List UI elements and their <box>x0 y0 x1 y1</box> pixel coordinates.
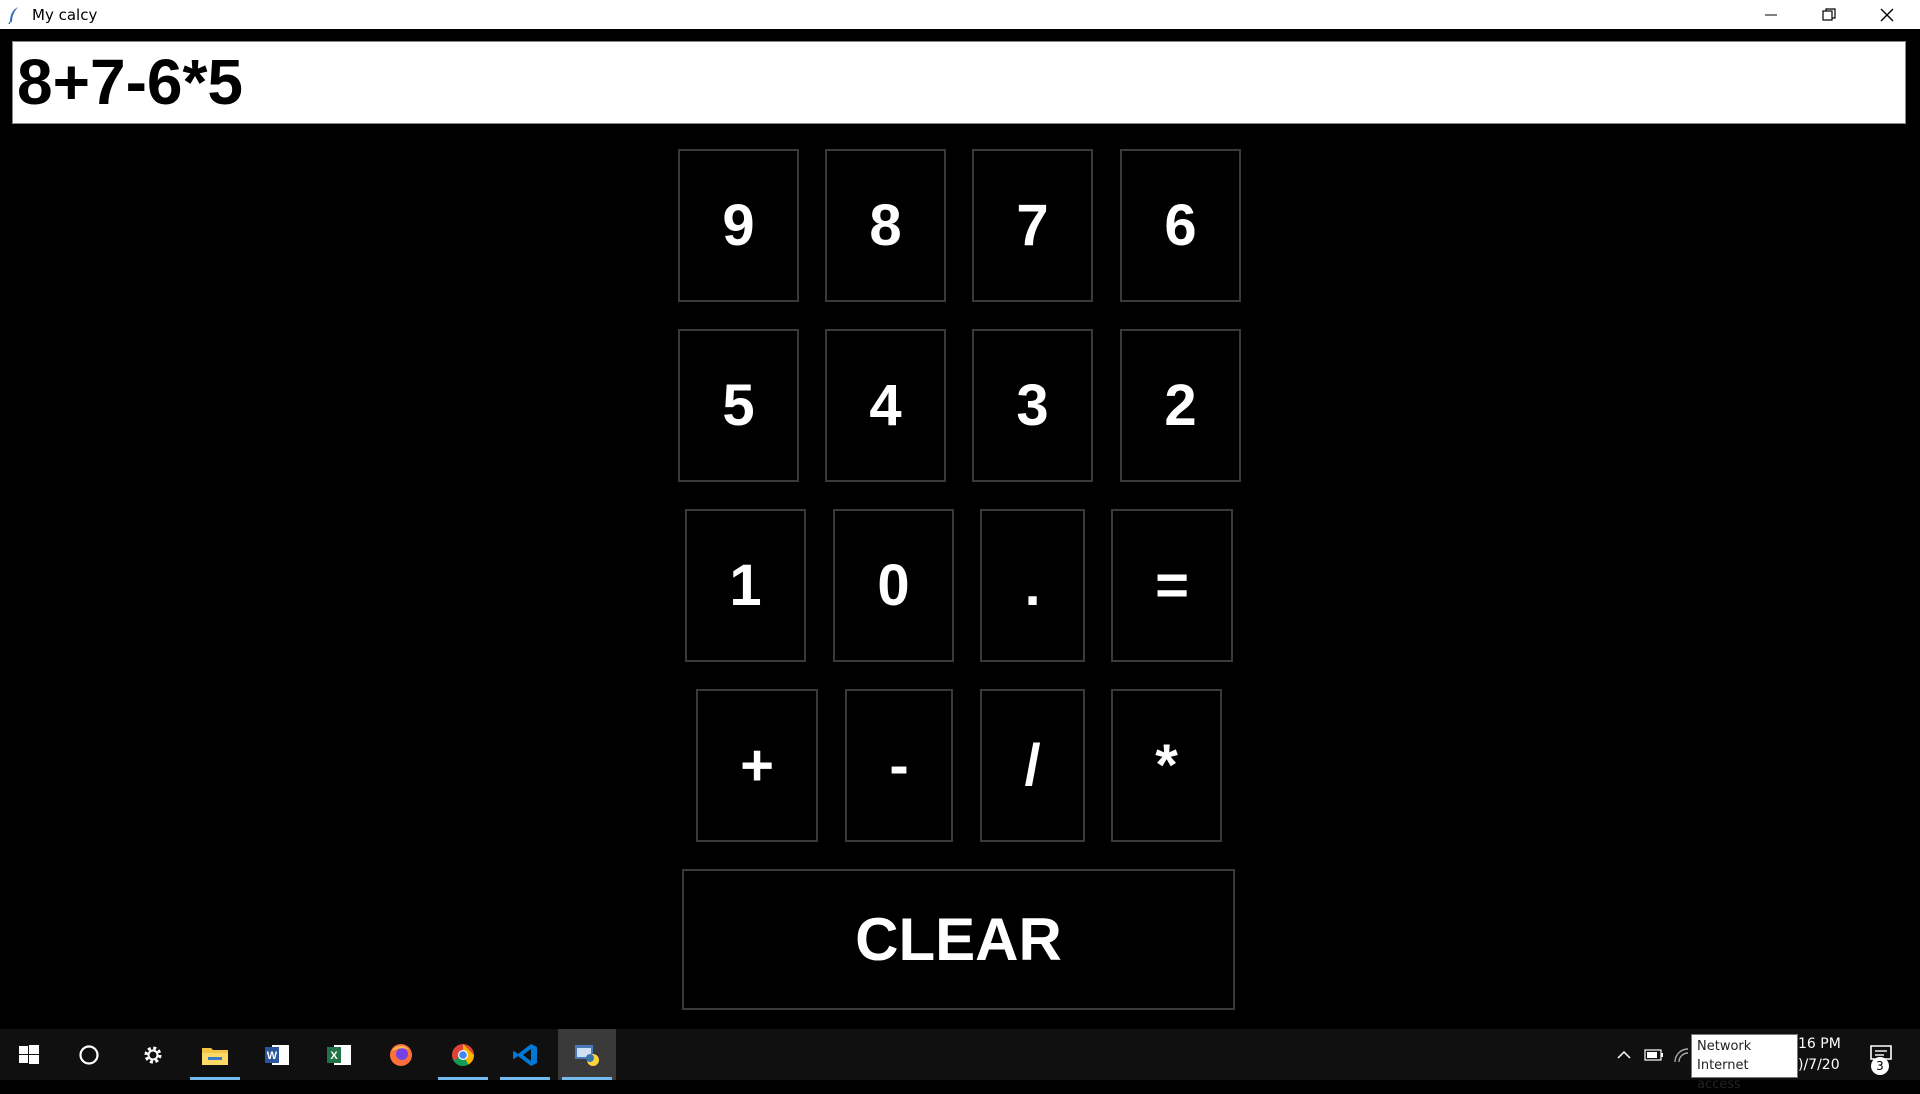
key-minus[interactable]: - <box>845 689 953 842</box>
firefox-icon[interactable] <box>372 1029 430 1080</box>
feather-app-icon <box>8 5 22 25</box>
clock-date: )/7/20 <box>1798 1057 1840 1073</box>
settings-gear-icon[interactable] <box>124 1029 182 1080</box>
network-tooltip-status: Internet access <box>1697 1058 1749 1092</box>
python-app-icon[interactable] <box>558 1029 616 1080</box>
word-icon[interactable]: W <box>248 1029 306 1080</box>
cortana-search-icon[interactable] <box>60 1029 118 1080</box>
key-7[interactable]: 7 <box>972 149 1093 302</box>
key-9[interactable]: 9 <box>678 149 799 302</box>
network-tooltip-title: Network <box>1697 1039 1752 1054</box>
key-decimal[interactable]: . <box>980 509 1085 662</box>
key-5[interactable]: 5 <box>678 329 799 482</box>
network-tooltip: Network Internet access <box>1691 1034 1798 1092</box>
taskbar: W X <box>0 1029 1920 1080</box>
key-3[interactable]: 3 <box>972 329 1093 482</box>
calculator-display[interactable]: 8+7-6*5 <box>12 41 1906 124</box>
key-equals[interactable]: = <box>1111 509 1233 662</box>
vscode-icon[interactable] <box>496 1029 554 1080</box>
restore-icon[interactable] <box>1800 0 1858 29</box>
chrome-icon[interactable] <box>434 1029 492 1080</box>
taskbar-clock[interactable]: 16 PM )/7/20 <box>1798 1034 1848 1078</box>
window-title: My calcy <box>32 5 98 24</box>
key-8[interactable]: 8 <box>825 149 946 302</box>
svg-text:X: X <box>330 1050 338 1062</box>
window-titlebar: My calcy <box>0 0 1920 29</box>
key-2[interactable]: 2 <box>1120 329 1241 482</box>
excel-icon[interactable]: X <box>310 1029 368 1080</box>
minimize-icon[interactable] <box>1742 0 1800 29</box>
close-icon[interactable] <box>1858 0 1916 29</box>
key-0[interactable]: 0 <box>833 509 954 662</box>
file-explorer-icon[interactable] <box>186 1029 244 1080</box>
key-6[interactable]: 6 <box>1120 149 1241 302</box>
svg-text:W: W <box>267 1050 278 1062</box>
clock-time: 16 PM <box>1798 1036 1841 1052</box>
key-1[interactable]: 1 <box>685 509 806 662</box>
key-multiply[interactable]: * <box>1111 689 1222 842</box>
clear-button[interactable]: CLEAR <box>682 869 1235 1010</box>
windows-start-icon[interactable] <box>0 1029 58 1080</box>
key-divide[interactable]: / <box>980 689 1085 842</box>
key-4[interactable]: 4 <box>825 329 946 482</box>
key-plus[interactable]: + <box>696 689 818 842</box>
notification-count-badge: 3 <box>1871 1057 1889 1075</box>
